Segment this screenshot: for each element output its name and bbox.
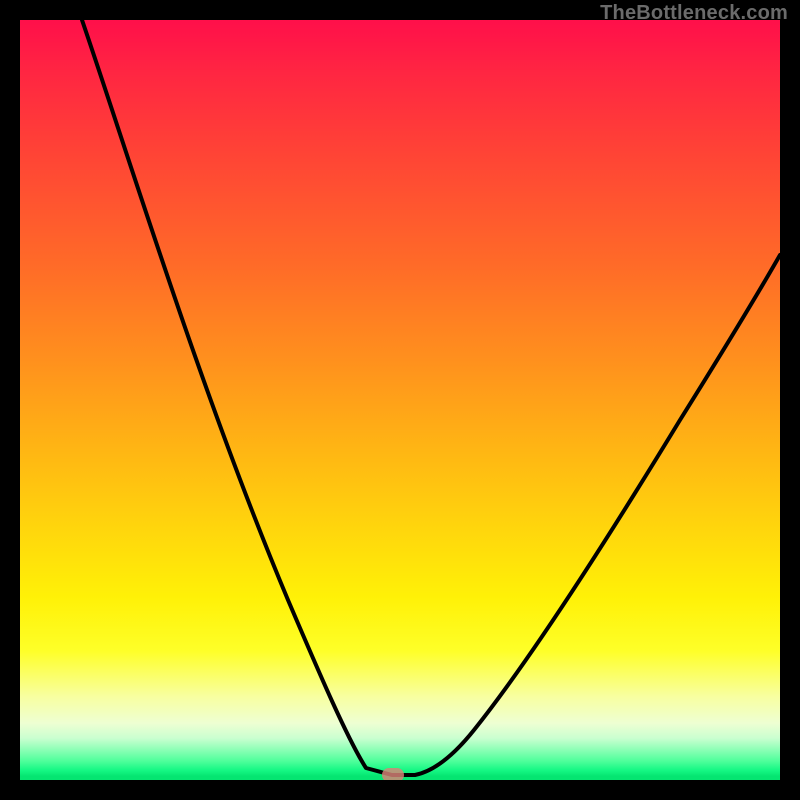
- chart-frame: TheBottleneck.com: [0, 0, 800, 800]
- optimal-point-marker: [382, 768, 404, 780]
- plot-area: [20, 20, 780, 780]
- bottleneck-curve: [20, 20, 780, 780]
- bottleneck-curve-path: [82, 20, 780, 775]
